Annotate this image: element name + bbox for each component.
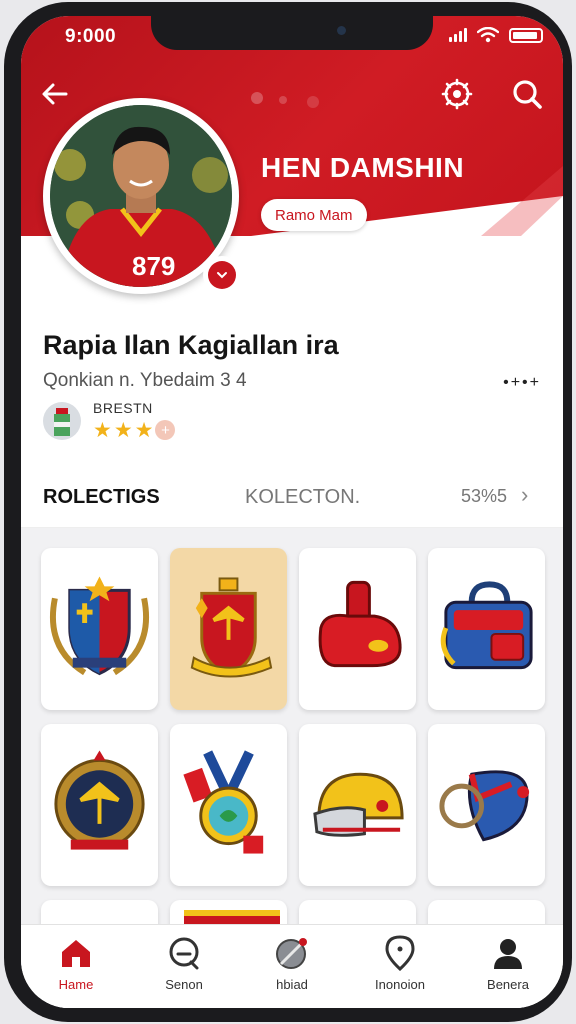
nav-search[interactable]: Senon bbox=[139, 935, 229, 992]
device-notch bbox=[151, 16, 433, 50]
wifi-icon bbox=[477, 27, 499, 43]
item-card-wreath-emblem[interactable] bbox=[41, 724, 158, 886]
collection-grid bbox=[21, 528, 563, 1008]
nav-home-label: Hame bbox=[58, 977, 94, 992]
item-card-eagle-badge[interactable] bbox=[170, 548, 287, 710]
back-button[interactable] bbox=[37, 76, 73, 112]
nav-search-label: Senon bbox=[165, 977, 203, 992]
star-icon: ★ bbox=[93, 419, 112, 442]
app-screen: 9:000 879 HEN DAMSHIN Ramo Mam Rapia Ila… bbox=[21, 16, 563, 1008]
star-icon: ★ bbox=[113, 419, 133, 442]
item-card-red-boot[interactable] bbox=[299, 548, 416, 710]
nav-profile[interactable]: Benera bbox=[463, 935, 553, 992]
check-icon bbox=[217, 272, 227, 279]
gear-icon bbox=[441, 78, 473, 110]
item-card-helmet[interactable] bbox=[299, 724, 416, 886]
chevron-right-icon[interactable]: › bbox=[521, 482, 528, 508]
rating-stars: ★ ★ ★ + bbox=[93, 418, 176, 443]
role-badge[interactable]: Ramo Mam bbox=[261, 199, 367, 231]
phone-frame: 9:000 879 HEN DAMSHIN Ramo Mam Rapia Ila… bbox=[4, 2, 572, 1022]
item-card-sports-bag[interactable] bbox=[428, 548, 545, 710]
status-icons bbox=[449, 27, 543, 43]
brand-title: HEN DAMSHIN bbox=[261, 152, 465, 183]
nav-profile-label: Benera bbox=[487, 977, 529, 992]
club-logo bbox=[43, 402, 81, 440]
ball-icon bbox=[276, 938, 307, 969]
tab-collection[interactable]: KOLECTON. bbox=[245, 486, 360, 509]
collection-tabs: ROLECTIGS KOLECTON. 53%5 › bbox=[21, 468, 563, 528]
camera-dot bbox=[337, 26, 346, 35]
collection-count: 53%5 bbox=[461, 486, 508, 506]
item-card-medal[interactable] bbox=[170, 724, 287, 886]
wreath-emblem-icon bbox=[54, 750, 145, 850]
add-rating-icon[interactable]: + bbox=[155, 420, 176, 440]
nav-location-label: Inonoion bbox=[375, 977, 425, 992]
home-icon bbox=[62, 940, 90, 967]
avatar-frame[interactable]: 879 bbox=[43, 98, 241, 294]
avatar: 879 bbox=[50, 105, 232, 287]
shield-crest-icon bbox=[49, 576, 150, 676]
bag-icon bbox=[440, 581, 533, 670]
eagle-badge-icon bbox=[190, 577, 273, 678]
profile-subtitle: Qonkian n. Ybedaim 3 4 bbox=[43, 370, 247, 391]
battery-icon bbox=[509, 27, 543, 43]
club-name: BRESTN bbox=[93, 400, 153, 416]
medal-icon bbox=[183, 750, 264, 854]
signal-icon bbox=[449, 28, 467, 42]
boot-icon bbox=[318, 580, 402, 668]
item-card-horn-shield[interactable] bbox=[428, 724, 545, 886]
bottom-navigation: Hame Senon hbiad Inonoion Benera bbox=[21, 924, 563, 1008]
tab-collectibles[interactable]: ROLECTIGS bbox=[43, 486, 160, 509]
nav-ball[interactable]: hbiad bbox=[247, 935, 337, 992]
more-options-button[interactable]: •+•+ bbox=[503, 374, 541, 392]
nav-location[interactable]: Inonoion bbox=[355, 935, 445, 992]
search-button[interactable] bbox=[507, 74, 547, 114]
location-icon bbox=[385, 935, 415, 971]
status-time: 9:000 bbox=[65, 26, 117, 47]
item-card-shield-crest[interactable] bbox=[41, 548, 158, 710]
search-face-icon bbox=[169, 937, 199, 970]
jersey-number: 879 bbox=[132, 251, 175, 281]
user-icon bbox=[494, 939, 522, 969]
player-portrait: 879 bbox=[50, 105, 232, 287]
helmet-icon bbox=[313, 772, 404, 837]
settings-button[interactable] bbox=[437, 74, 477, 114]
search-icon bbox=[513, 80, 542, 109]
verified-badge bbox=[203, 256, 241, 294]
arrow-left-icon bbox=[42, 83, 68, 105]
horn-shield-icon bbox=[439, 770, 530, 842]
bottle-icon bbox=[54, 408, 70, 436]
profile-name: Rapia Ilan Kagiallan ira bbox=[43, 330, 339, 360]
nav-home[interactable]: Hame bbox=[31, 935, 121, 992]
nav-ball-label: hbiad bbox=[276, 977, 308, 992]
star-icon: ★ bbox=[134, 419, 154, 442]
